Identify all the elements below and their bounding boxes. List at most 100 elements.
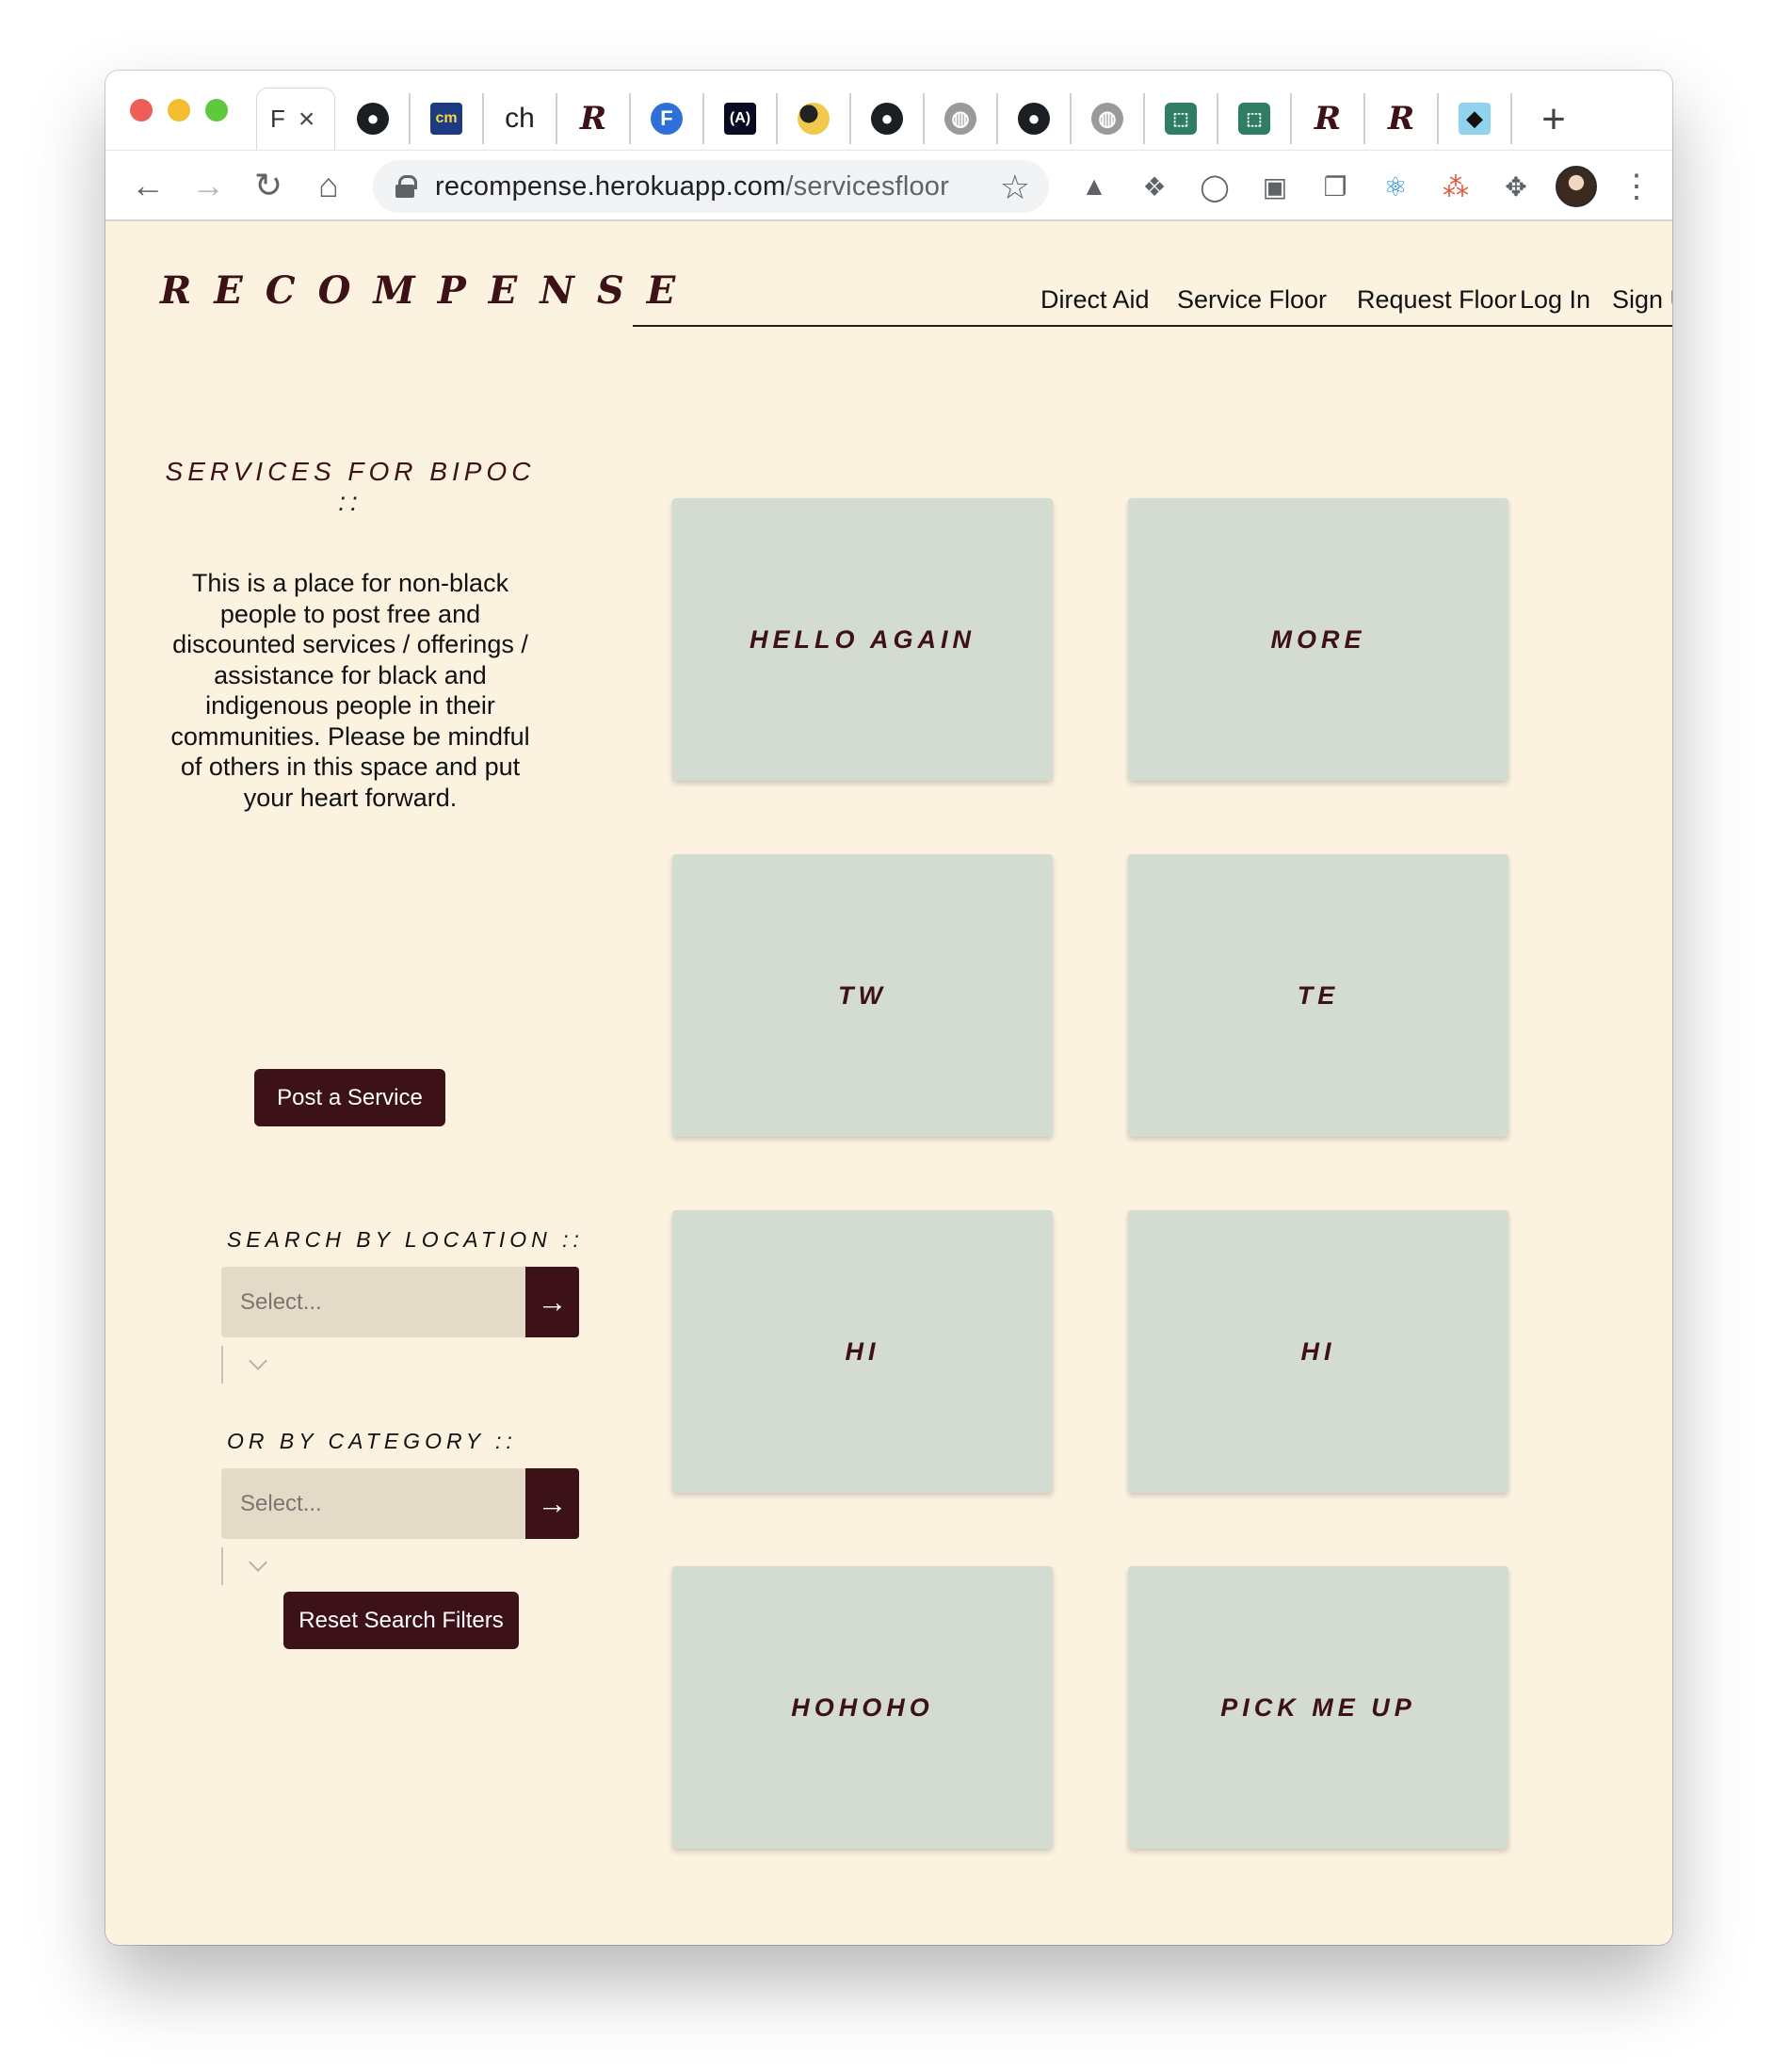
service-card-title: HELLO AGAIN [750, 624, 976, 654]
main-nav: Direct Aid Service Floor Request Floor L… [633, 276, 1672, 327]
service-card-title: MORE [1270, 624, 1366, 654]
location-filter: Select... → [221, 1267, 579, 1337]
category-dropdown-toggle[interactable] [221, 1547, 278, 1585]
location-dropdown-toggle[interactable] [221, 1346, 278, 1384]
tab[interactable]: (A) [704, 93, 778, 144]
globe-icon: ◍ [944, 103, 976, 135]
url-text: recompense.herokuapp.com/servicesfloor [435, 171, 949, 202]
github-icon: ● [1018, 103, 1050, 135]
bookmark-star-icon[interactable]: ☆ [1000, 168, 1030, 207]
tab[interactable]: R [1292, 93, 1365, 144]
minimize-window-button[interactable] [168, 99, 190, 121]
recompense-icon: R [1314, 100, 1342, 138]
code-icon: (A) [724, 103, 756, 135]
recompense-icon: R [1387, 100, 1415, 138]
service-card-title: TW [838, 980, 887, 1010]
tab[interactable]: ● [851, 93, 925, 144]
nav-log-in[interactable]: Log In [1520, 285, 1590, 315]
service-card[interactable]: HOHOHO [672, 1566, 1053, 1849]
nav-direct-aid[interactable]: Direct Aid [1040, 285, 1150, 315]
service-card[interactable]: MORE [1128, 498, 1508, 781]
chevron-down-icon [249, 1553, 267, 1572]
post-service-button[interactable]: Post a Service [254, 1069, 445, 1126]
globe-icon: ◍ [1091, 103, 1123, 135]
service-card[interactable]: TE [1128, 854, 1508, 1137]
tab[interactable]: R [1365, 93, 1439, 144]
nav-sign-up[interactable]: Sign Up [1612, 285, 1672, 315]
window-extension-icon[interactable]: ❐ [1314, 166, 1356, 207]
service-card[interactable]: PICK ME UP [1128, 1566, 1508, 1849]
close-tab-icon[interactable]: × [298, 104, 315, 136]
tab[interactable]: ◆ [1439, 93, 1512, 144]
tab[interactable]: R [557, 93, 631, 144]
services-heading: SERVICES FOR BIPOC :: [165, 457, 536, 516]
service-card[interactable]: HI [1128, 1210, 1508, 1493]
site-logo[interactable]: RECOMPENSE [160, 268, 698, 313]
url-host: recompense.herokuapp.com [435, 170, 786, 202]
service-card-title: PICK ME UP [1220, 1692, 1416, 1722]
page-content: RECOMPENSE Direct Aid Service Floor Requ… [105, 221, 1672, 1945]
tab-label: ch [505, 103, 535, 134]
extension-bar: ▲ ❖ ◯ ▣ ❐ ⚛ ⁂ ✥ ⋮ [1073, 166, 1657, 207]
tab[interactable]: ch [484, 93, 557, 144]
graph-extension-icon[interactable]: ⁂ [1435, 166, 1476, 207]
recompense-icon: R [579, 100, 607, 138]
location-select[interactable]: Select... [221, 1267, 525, 1337]
services-description: This is a place for non-black people to … [170, 569, 530, 812]
address-bar[interactable]: recompense.herokuapp.com/servicesfloor ☆ [373, 160, 1049, 213]
back-icon[interactable]: ← [124, 162, 171, 209]
reset-filters-button[interactable]: Reset Search Filters [283, 1592, 519, 1649]
dropbox-icon[interactable]: ❖ [1134, 166, 1175, 207]
tab[interactable] [778, 93, 851, 144]
sidebar: SERVICES FOR BIPOC :: This is a place fo… [157, 457, 579, 1649]
service-card-title: HI [845, 1336, 880, 1366]
tab[interactable]: F [631, 93, 704, 144]
forward-icon[interactable]: → [185, 162, 232, 209]
github-icon: ● [871, 103, 903, 135]
tab[interactable]: ● [337, 93, 411, 144]
tab[interactable]: ⬚ [1145, 93, 1218, 144]
new-tab-button[interactable]: + [1525, 91, 1582, 148]
cm-icon: cm [430, 103, 462, 135]
home-icon[interactable]: ⌂ [305, 162, 352, 209]
chevron-down-icon [249, 1352, 267, 1370]
service-card[interactable]: TW [672, 854, 1053, 1137]
tab[interactable]: ⬚ [1218, 93, 1292, 144]
react-icon[interactable]: ⚛ [1375, 166, 1416, 207]
zoom-window-button[interactable] [205, 99, 228, 121]
location-filter-label: SEARCH BY LOCATION :: [227, 1227, 584, 1252]
yinyang-icon [798, 103, 830, 135]
extension-icon: ⬚ [1165, 103, 1197, 135]
service-card[interactable]: HELLO AGAIN [672, 498, 1053, 781]
service-card[interactable]: HI [672, 1210, 1053, 1493]
nav-request-floor[interactable]: Request Floor [1357, 285, 1517, 315]
tab[interactable]: ◍ [1072, 93, 1145, 144]
browser-toolbar: ← → ↻ ⌂ recompense.herokuapp.com/service… [105, 150, 1672, 221]
menu-icon[interactable]: ⋮ [1616, 166, 1657, 207]
profile-avatar[interactable] [1556, 166, 1597, 207]
tab[interactable]: cm [411, 93, 484, 144]
tab-active[interactable]: F × [256, 88, 335, 150]
tab-active-label: F [270, 105, 285, 133]
category-search-button[interactable]: → [525, 1468, 579, 1539]
extension-icon: ⬚ [1238, 103, 1270, 135]
reload-icon[interactable]: ↻ [245, 162, 292, 209]
lock-icon [395, 175, 417, 198]
nav-service-floor[interactable]: Service Floor [1177, 285, 1327, 315]
puzzle-icon[interactable]: ✥ [1495, 166, 1537, 207]
tab[interactable]: ● [998, 93, 1072, 144]
drive-icon[interactable]: ▲ [1073, 166, 1115, 207]
dots-extension-icon[interactable]: ▣ [1254, 166, 1296, 207]
tab[interactable]: ◍ [925, 93, 998, 144]
service-card-title: TE [1297, 980, 1340, 1010]
f-icon: F [651, 103, 683, 135]
close-window-button[interactable] [130, 99, 153, 121]
category-select[interactable]: Select... [221, 1468, 525, 1539]
browser-window: F × ● cm ch R F (A) ● ◍ ● ◍ ⬚ ⬚ R R ◆ + … [105, 71, 1672, 1945]
category-filter-label: OR BY CATEGORY :: [227, 1429, 517, 1453]
bird-icon: ◆ [1459, 103, 1491, 135]
url-path: /servicesfloor [785, 170, 949, 202]
json-icon[interactable]: ◯ [1194, 166, 1235, 207]
location-search-button[interactable]: → [525, 1267, 579, 1337]
github-icon: ● [357, 103, 389, 135]
